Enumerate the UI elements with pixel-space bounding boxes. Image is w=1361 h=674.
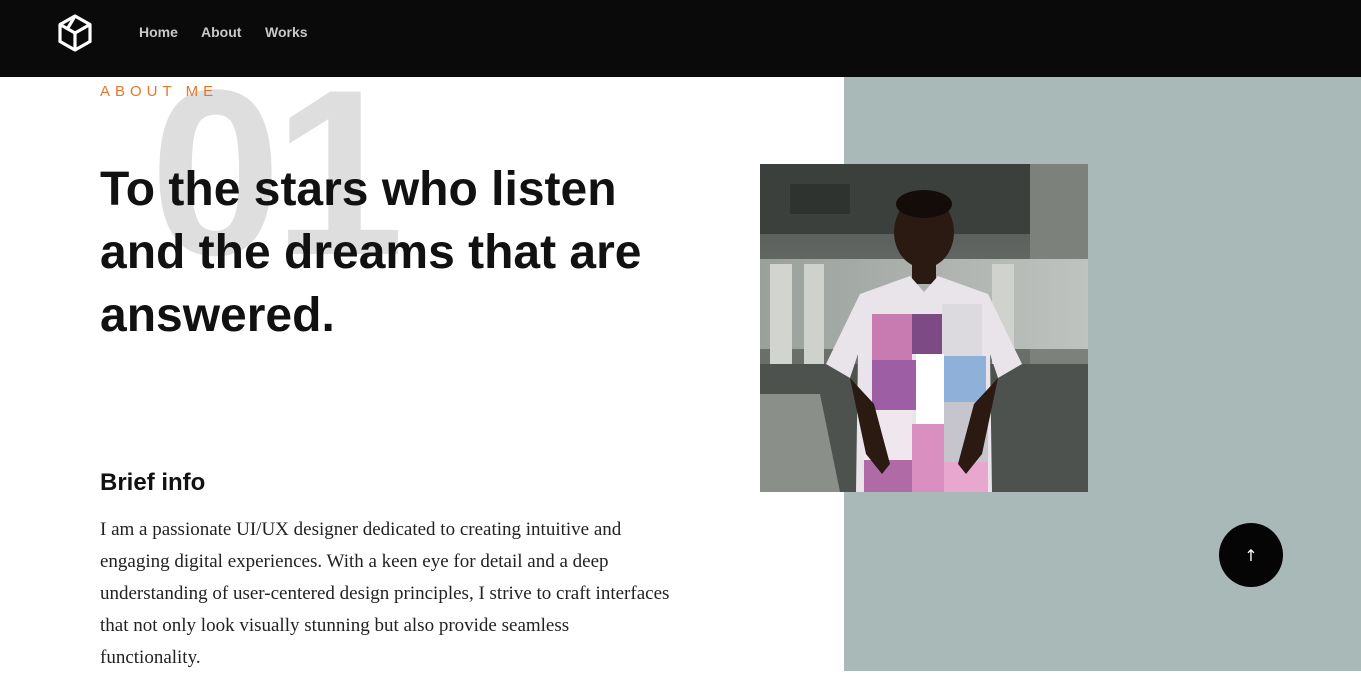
scroll-to-top-button[interactable]: ↑ [1219,523,1283,587]
profile-photo [760,164,1088,492]
logo-icon[interactable] [56,14,94,52]
brief-info-heading: Brief info [100,469,206,496]
page-title: To the stars who listen and the dreams t… [100,163,642,342]
nav-link-works[interactable]: Works [265,24,308,40]
nav-link-about[interactable]: About [201,24,241,40]
portrait-illustration [760,164,1088,492]
nav-link-home[interactable]: Home [139,24,178,40]
arrow-up-icon: ↑ [1244,545,1258,565]
section-eyebrow: ABOUT ME [100,83,219,100]
brief-info-text: I am a passionate UI/UX designer dedicat… [100,519,670,668]
